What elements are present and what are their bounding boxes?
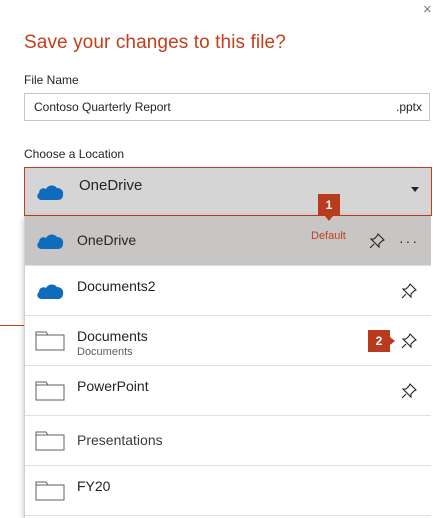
default-badge: Default — [311, 230, 346, 242]
folder-icon — [35, 431, 65, 451]
location-item-path: Documents — [77, 346, 133, 358]
file-name-value: Contoso Quarterly Report — [34, 100, 171, 114]
location-item-label: Documents2 — [77, 278, 156, 294]
location-item-onedrive[interactable]: OneDrive Default ··· — [25, 216, 431, 266]
pin-icon[interactable] — [401, 383, 417, 399]
folder-icon — [35, 381, 65, 401]
location-item-powerpoint[interactable]: PowerPoint — [25, 366, 431, 416]
pin-icon[interactable] — [401, 283, 417, 299]
location-item-label: OneDrive — [77, 232, 137, 248]
location-item-label: Documents — [77, 328, 148, 344]
folder-icon — [35, 481, 65, 501]
folder-icon — [35, 331, 65, 351]
file-name-input[interactable]: Contoso Quarterly Report .pptx — [24, 93, 430, 121]
callout-badge-1: 1 — [318, 194, 340, 221]
onedrive-cloud-icon — [37, 234, 64, 249]
selected-location: OneDrive — [79, 177, 143, 194]
pin-icon[interactable] — [401, 333, 417, 349]
file-extension: .pptx — [395, 100, 422, 114]
location-label: Choose a Location — [24, 147, 125, 161]
location-item-presentations[interactable]: Presentations — [25, 416, 431, 466]
pin-icon[interactable] — [369, 233, 385, 249]
onedrive-cloud-icon — [37, 284, 64, 299]
onedrive-cloud-icon — [37, 185, 64, 200]
location-item-fy20[interactable]: FY20 — [25, 466, 431, 516]
location-dropdown[interactable]: OneDrive — [24, 167, 432, 216]
close-icon[interactable]: × — [423, 2, 433, 18]
more-options-icon[interactable]: ··· — [399, 234, 419, 248]
callout-badge-2: 2 — [368, 330, 395, 352]
dialog-title: Save your changes to this file? — [24, 32, 286, 53]
file-name-label: File Name — [24, 73, 79, 87]
chevron-down-icon[interactable] — [411, 187, 419, 192]
location-list: OneDrive Default ··· Documents2 Document… — [24, 216, 433, 518]
location-item-label: FY20 — [77, 478, 111, 494]
location-item-documents2[interactable]: Documents2 — [25, 266, 431, 316]
location-item-label: PowerPoint — [77, 378, 149, 394]
location-item-label: Presentations — [77, 432, 163, 448]
